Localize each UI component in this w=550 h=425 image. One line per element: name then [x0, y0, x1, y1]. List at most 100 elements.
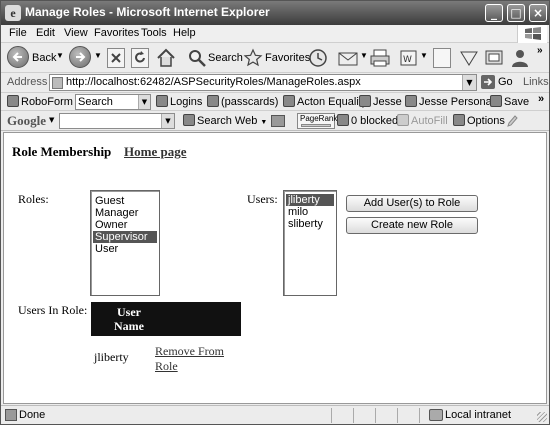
- messenger-icon[interactable]: [484, 48, 504, 68]
- roboform-search-input[interactable]: Search ▼: [75, 94, 151, 110]
- browser-window: e Manage Roles - Microsoft Internet Expl…: [0, 0, 550, 425]
- jesse-personal-icon: [405, 95, 417, 107]
- jesse-personal-link[interactable]: Jesse Personal: [405, 95, 494, 108]
- user-option-milo[interactable]: milo: [286, 206, 334, 218]
- forward-dropdown-icon[interactable]: ▼: [94, 51, 102, 75]
- jesse-personal-label: Jesse Personal: [419, 96, 495, 108]
- refresh-icon[interactable]: [131, 48, 149, 68]
- jesse-label: Jesse: [373, 96, 402, 108]
- ie-icon: e: [5, 5, 21, 21]
- status-divider: [419, 408, 420, 423]
- logins-icon: [156, 95, 168, 107]
- roboform-label: RoboForm: [21, 96, 73, 108]
- history-icon[interactable]: [307, 47, 329, 69]
- menu-tools[interactable]: Tools: [141, 27, 167, 39]
- status-divider: [331, 408, 332, 423]
- role-option-owner[interactable]: Owner: [93, 219, 157, 231]
- address-input[interactable]: http://localhost:62482/ASPSecurityRoles/…: [49, 74, 477, 91]
- toolbar-overflow-icon[interactable]: »: [537, 45, 543, 69]
- address-dropdown-icon[interactable]: ▼: [462, 75, 476, 90]
- popup-blocked-count: 0 blocked: [351, 115, 399, 127]
- intranet-zone-icon: [429, 409, 443, 421]
- roles-label: Roles:: [18, 192, 49, 206]
- google-search-input[interactable]: ▼: [59, 113, 175, 129]
- home-icon[interactable]: [155, 47, 177, 69]
- address-url[interactable]: http://localhost:62482/ASPSecurityRoles/…: [66, 76, 361, 88]
- user-icon[interactable]: [509, 47, 531, 69]
- acton-equality-icon: [283, 95, 295, 107]
- google-news-icon[interactable]: [271, 115, 285, 127]
- mail-icon[interactable]: [337, 48, 359, 68]
- edit-word-icon[interactable]: W: [399, 48, 419, 68]
- jesse-link[interactable]: Jesse: [359, 95, 402, 108]
- links-button[interactable]: Links: [523, 76, 549, 88]
- menu-favorites[interactable]: Favorites: [94, 27, 139, 39]
- remove-from-role-link[interactable]: Remove From Role: [155, 344, 235, 374]
- status-divider: [353, 408, 354, 423]
- close-button[interactable]: ×: [529, 4, 547, 22]
- search-web-label: Search Web: [197, 115, 258, 127]
- back-dropdown-icon[interactable]: ▼: [56, 51, 64, 75]
- users-label: Users:: [247, 192, 278, 206]
- home-page-link[interactable]: Home page: [124, 144, 186, 160]
- mail-dropdown-icon[interactable]: ▼: [360, 51, 368, 75]
- menu-help[interactable]: Help: [173, 27, 196, 39]
- role-option-supervisor[interactable]: Supervisor: [93, 231, 157, 243]
- print-icon[interactable]: [369, 47, 391, 69]
- menu-view[interactable]: View: [64, 27, 88, 39]
- role-option-guest[interactable]: Guest: [93, 195, 157, 207]
- search-web-icon: [183, 114, 195, 126]
- google-toolbar: Google ▼ ▼ Search Web ▼ PageRank 0 block…: [1, 111, 549, 131]
- role-option-manager[interactable]: Manager: [93, 207, 157, 219]
- roboform-save-button[interactable]: Save: [490, 95, 529, 108]
- pagerank-label: PageRank: [300, 114, 338, 123]
- links-overflow-icon[interactable]: »: [538, 93, 544, 105]
- autofill-button[interactable]: AutoFill: [397, 114, 448, 127]
- google-search-dropdown-icon[interactable]: ▼: [161, 114, 174, 128]
- user-option-sliberty[interactable]: sliberty: [286, 218, 334, 230]
- address-bar: Address http://localhost:62482/ASPSecuri…: [1, 73, 549, 93]
- roles-options: Guest Manager Owner Supervisor User: [91, 191, 159, 259]
- svg-text:W: W: [403, 55, 412, 65]
- google-logo[interactable]: Google: [7, 113, 46, 129]
- pencil-icon[interactable]: [506, 114, 518, 128]
- roboform-search-dropdown-icon[interactable]: ▼: [138, 95, 150, 109]
- address-label: Address: [7, 76, 48, 88]
- minimize-button[interactable]: _: [485, 4, 503, 22]
- add-users-to-role-button[interactable]: Add User(s) to Role: [346, 195, 478, 212]
- roboform-search-value[interactable]: Search: [78, 96, 113, 108]
- logins-button[interactable]: Logins ▼: [156, 95, 212, 108]
- maximize-button[interactable]: □: [507, 4, 525, 22]
- users-in-role-label: Users In Role:: [18, 303, 88, 317]
- popup-blocker-button[interactable]: 0 blocked: [337, 114, 398, 127]
- search-icon[interactable]: [187, 48, 207, 68]
- passcards-button[interactable]: (passcards): [207, 95, 278, 108]
- create-new-role-button[interactable]: Create new Role: [346, 217, 478, 234]
- resize-grip-icon[interactable]: [537, 412, 547, 422]
- google-menu-dropdown-icon[interactable]: ▼: [49, 116, 54, 124]
- back-arrow-icon[interactable]: [7, 46, 29, 68]
- menu-edit[interactable]: Edit: [36, 27, 55, 39]
- users-listbox[interactable]: jliberty milo sliberty: [283, 190, 337, 296]
- roles-listbox[interactable]: Guest Manager Owner Supervisor User: [90, 190, 160, 296]
- options-button[interactable]: Options: [453, 114, 505, 127]
- search-web-button[interactable]: Search Web ▼: [183, 114, 267, 127]
- user-option-jliberty[interactable]: jliberty: [286, 194, 334, 206]
- edit-dropdown-icon[interactable]: ▼: [420, 51, 428, 75]
- grid-cell-user: jliberty: [94, 350, 129, 364]
- autofill-label: AutoFill: [411, 115, 448, 127]
- autofill-icon: [397, 114, 409, 126]
- forward-arrow-icon[interactable]: [69, 46, 91, 68]
- discuss-icon[interactable]: [433, 48, 451, 68]
- go-arrow-icon[interactable]: [481, 75, 495, 89]
- jesse-icon: [359, 95, 371, 107]
- stop-icon[interactable]: [107, 48, 125, 68]
- roboform-button[interactable]: RoboForm: [7, 95, 73, 108]
- research-icon[interactable]: [459, 48, 479, 68]
- acton-equality-link[interactable]: Acton Equality: [283, 95, 367, 108]
- role-option-user[interactable]: User: [93, 243, 157, 255]
- go-button[interactable]: Go: [498, 76, 513, 88]
- passcards-icon: [207, 95, 219, 107]
- menu-file[interactable]: File: [9, 27, 27, 39]
- favorites-star-icon[interactable]: [243, 48, 263, 68]
